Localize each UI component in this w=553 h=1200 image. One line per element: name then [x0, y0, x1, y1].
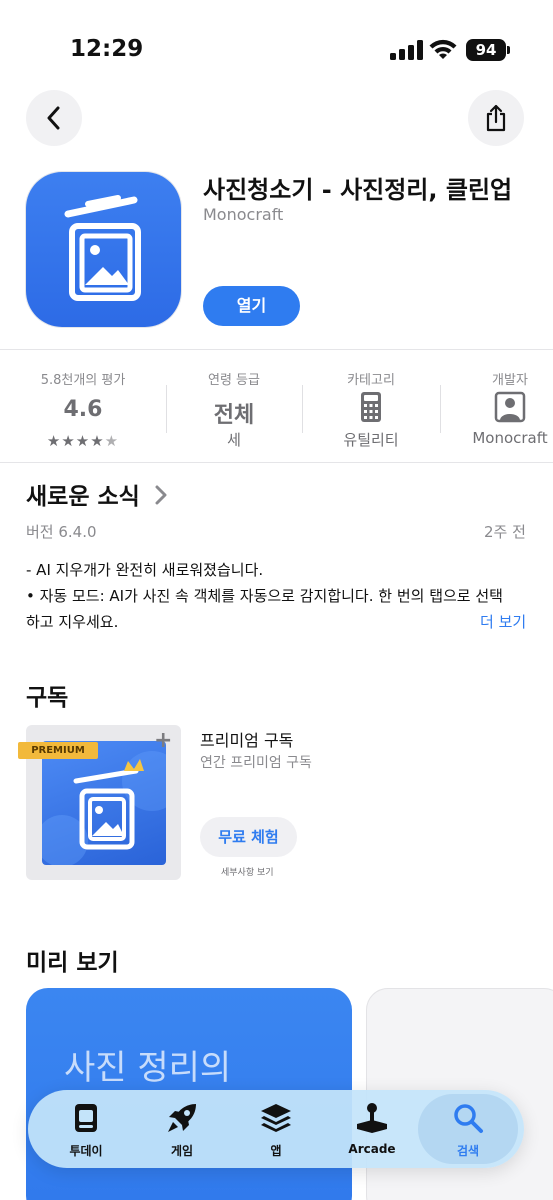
app-title: 사진청소기 - 사진정리, 클린업	[203, 176, 513, 204]
whats-new-title[interactable]: 새로운 소식	[26, 477, 168, 511]
tab-bar: 투데이 게임 앱 Arcade 검색	[28, 1090, 524, 1168]
tab-label: 검색	[456, 1144, 480, 1158]
photo-trash-icon	[64, 195, 141, 301]
developer-value: Monocraft	[472, 429, 548, 447]
share-button[interactable]	[468, 90, 524, 146]
category-label: 카테고리	[347, 373, 395, 388]
apps-stack-icon	[261, 1104, 291, 1132]
open-button[interactable]: 열기	[203, 286, 300, 326]
battery-cap	[507, 46, 510, 54]
category-cell[interactable]: 카테고리 유틸리티	[302, 350, 440, 464]
ratings-label: 5.8천개의 평가	[40, 373, 126, 388]
subscription-title: 구독	[26, 685, 69, 711]
subscription-description: 연간 프리미엄 구독	[200, 755, 312, 771]
cellular-signal-icon	[390, 40, 423, 60]
category-value: 유틸리티	[343, 431, 399, 449]
preview-title: 미리 보기	[26, 950, 119, 976]
subscription-artwork	[42, 741, 166, 865]
app-icon	[26, 172, 181, 327]
whats-new-title-text: 새로운 소식	[26, 484, 140, 510]
today-icon	[75, 1104, 97, 1132]
search-icon	[454, 1104, 483, 1133]
info-row: 5.8천개의 평가 4.6 ★★★★★ 연령 등급 전체 세 카테고리 유틸리티…	[0, 349, 553, 463]
star-icon: ★	[61, 432, 76, 450]
release-time: 2주 전	[484, 523, 526, 541]
age-value: 전체	[213, 403, 255, 428]
release-note-line: - AI 지우개가 완전히 새로워졌습니다.	[26, 561, 264, 579]
rating-stars: ★★★★★	[0, 432, 166, 450]
tab-label: 게임	[170, 1144, 194, 1158]
ratings-cell[interactable]: 5.8천개의 평가 4.6 ★★★★★	[0, 350, 166, 464]
developer-cell[interactable]: 개발자 Monocraft	[440, 350, 553, 464]
age-label: 연령 등급	[208, 373, 260, 388]
tab-label: 투데이	[69, 1144, 103, 1158]
chevron-right-icon	[155, 485, 167, 505]
back-button[interactable]	[26, 90, 82, 146]
version-label: 버전 6.4.0	[26, 523, 97, 541]
share-icon	[486, 104, 506, 132]
free-trial-button[interactable]: 무료 체험	[200, 817, 297, 857]
person-icon	[494, 391, 526, 423]
premium-trash-icon	[42, 751, 166, 865]
chevron-left-icon	[47, 106, 60, 130]
calculator-icon	[361, 392, 381, 422]
release-note-line: • 자동 모드: AI가 사진 속 객체를 자동으로 감지합니다. 한 번의 탭…	[26, 587, 503, 605]
joystick-icon	[357, 1103, 387, 1133]
rocket-icon	[168, 1104, 196, 1132]
details-link[interactable]: 세부사항 보기	[221, 865, 274, 878]
rating-value: 4.6	[63, 397, 103, 422]
tab-search[interactable]: 검색	[418, 1094, 518, 1164]
star-icon: ★	[90, 432, 105, 450]
tab-label: Arcade	[348, 1142, 396, 1156]
premium-badge: PREMIUM	[18, 742, 98, 759]
app-developer[interactable]: Monocraft	[203, 205, 283, 224]
star-icon: ★	[75, 432, 91, 450]
age-cell[interactable]: 연령 등급 전체 세	[166, 350, 302, 464]
tab-label: 앱	[270, 1144, 282, 1158]
release-note-line: 하고 지우세요.	[26, 613, 119, 631]
star-icon: ★	[46, 432, 62, 450]
preview-caption: 사진 정리의	[64, 1048, 232, 1088]
tab-arcade[interactable]: Arcade	[322, 1090, 422, 1168]
more-link[interactable]: 더 보기	[480, 611, 526, 632]
tab-today[interactable]: 투데이	[36, 1090, 136, 1168]
developer-label: 개발자	[492, 373, 528, 388]
wifi-icon	[429, 39, 457, 59]
star-half-icon: ★	[104, 432, 120, 450]
tab-games[interactable]: 게임	[132, 1090, 232, 1168]
battery-indicator: 94	[466, 39, 506, 61]
age-sub: 세	[227, 431, 241, 449]
status-time: 12:29	[70, 36, 144, 62]
plus-icon: +	[154, 728, 173, 753]
subscription-name: 프리미엄 구독	[200, 731, 294, 750]
tab-apps[interactable]: 앱	[226, 1090, 326, 1168]
